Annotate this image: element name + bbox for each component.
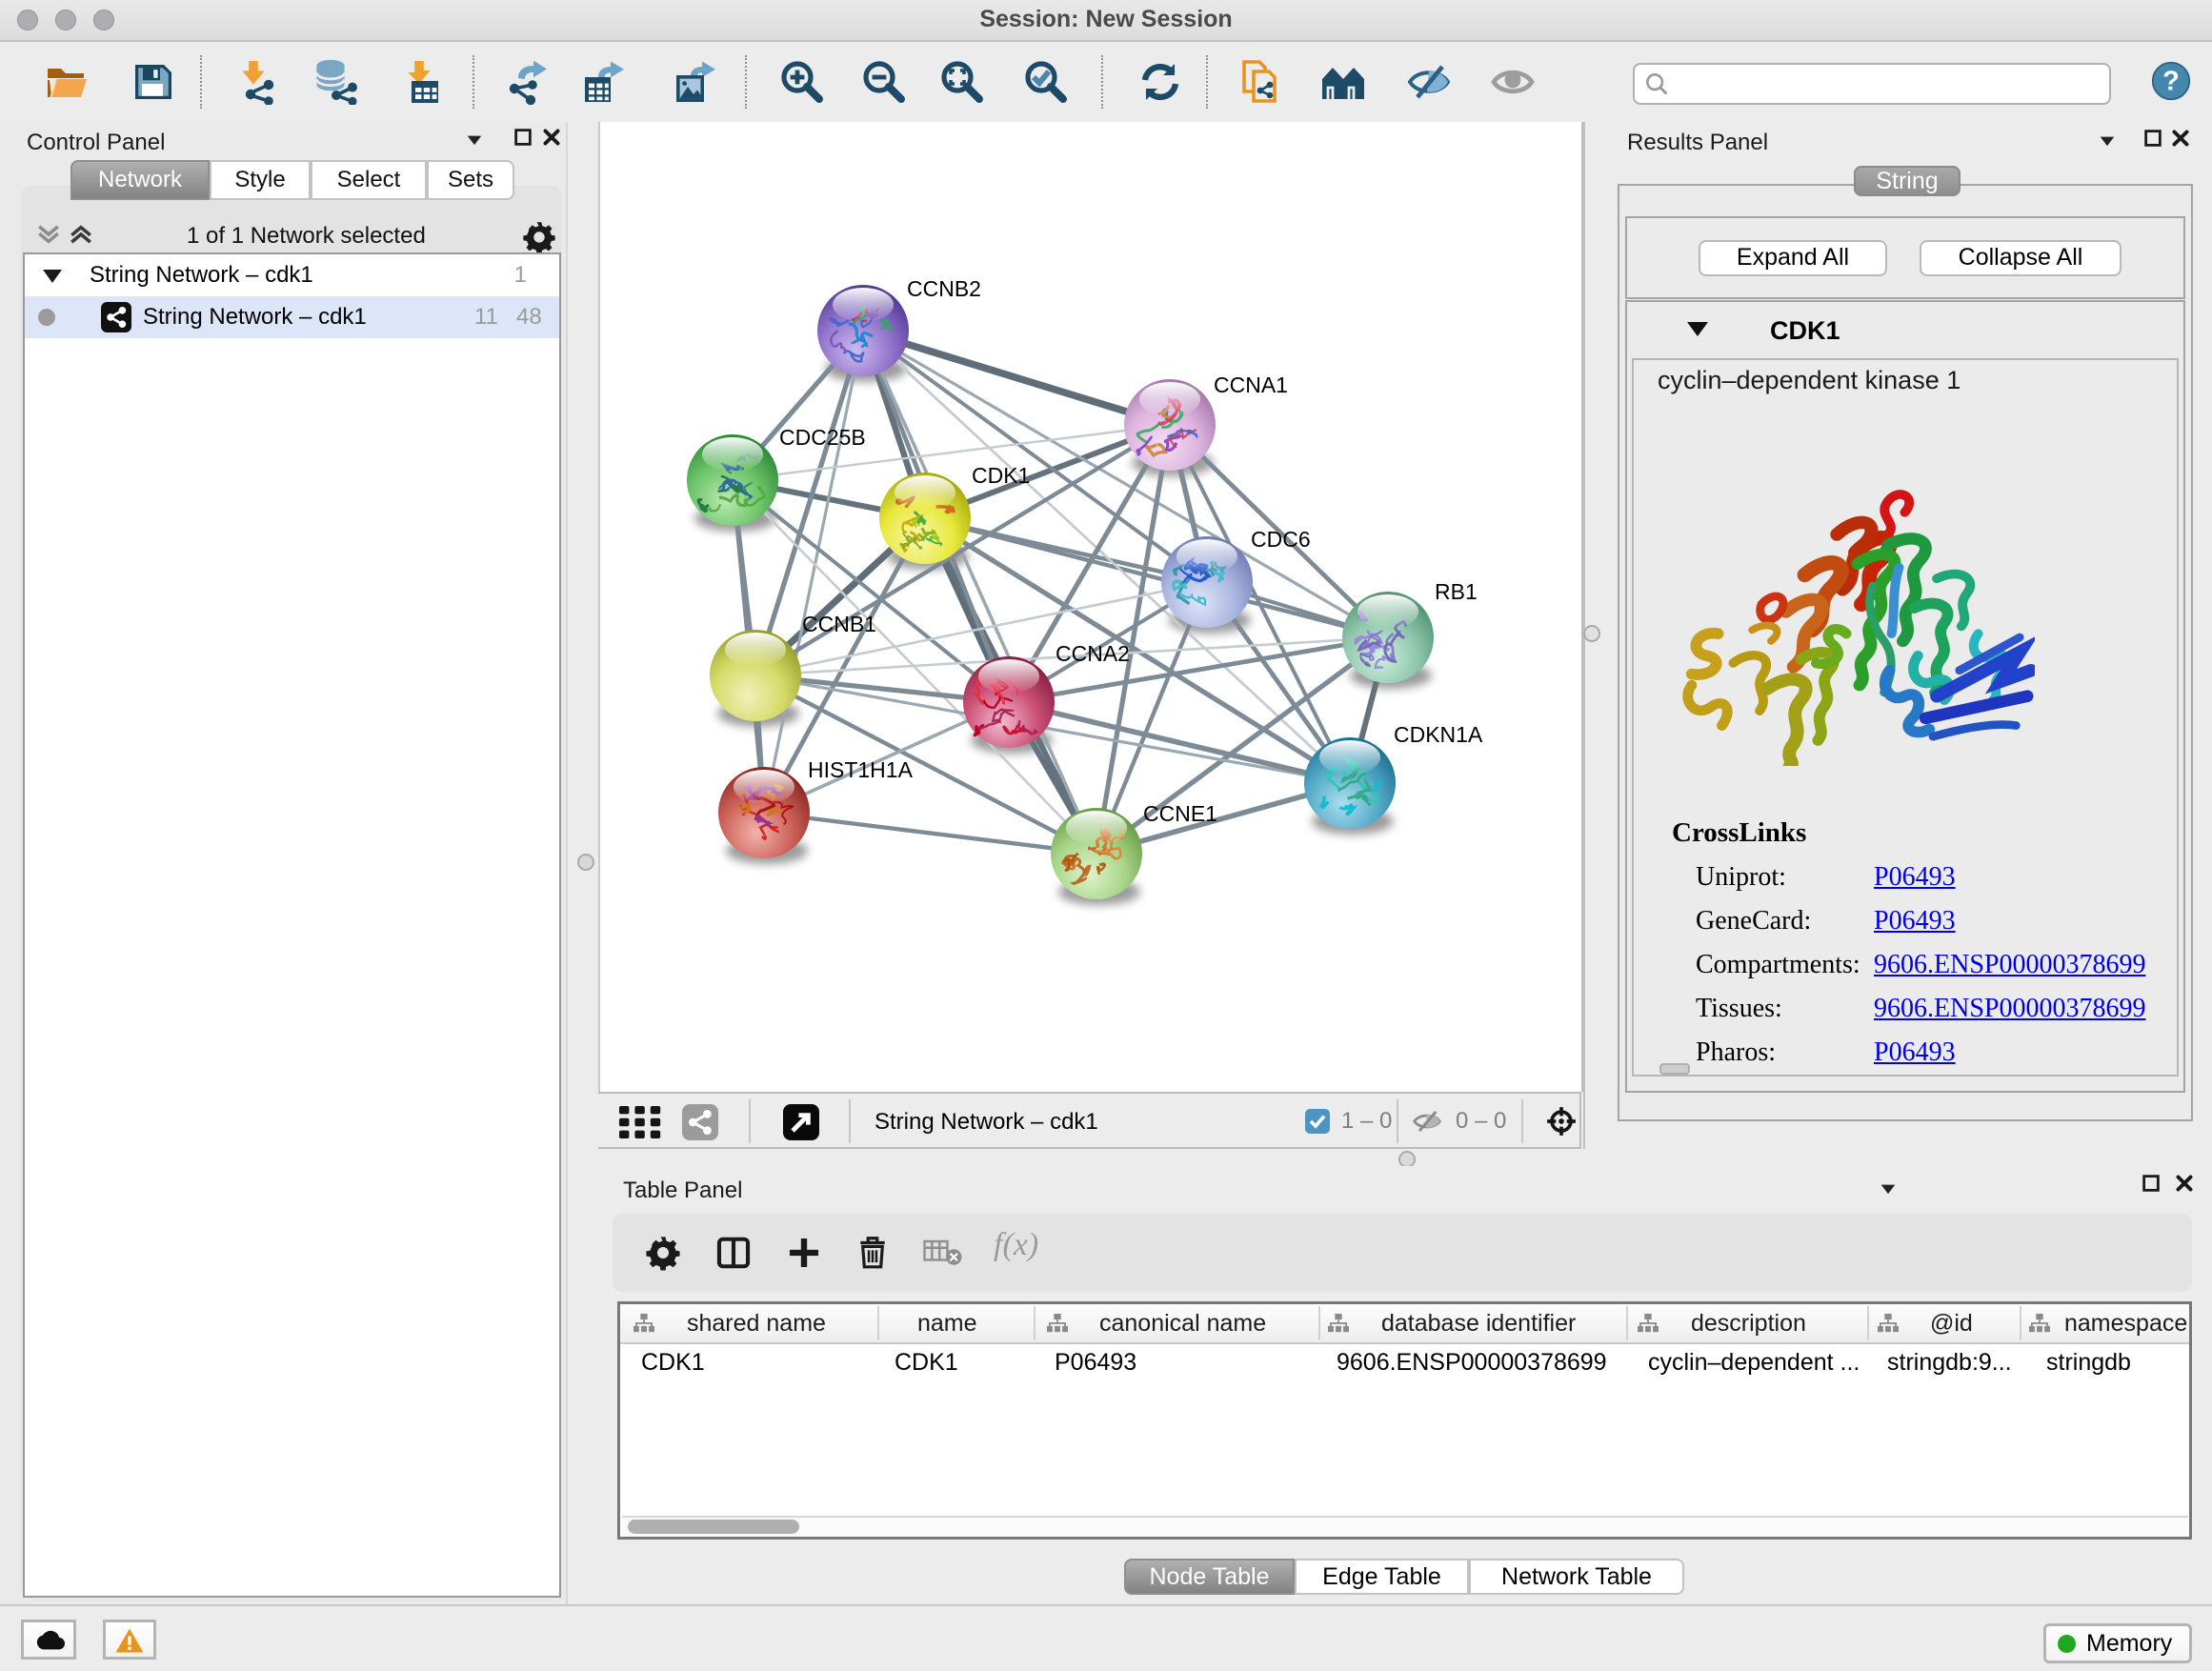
svg-text:HIST1H1A: HIST1H1A <box>808 757 914 782</box>
svg-text:RB1: RB1 <box>1435 579 1478 604</box>
svg-text:CDK1: CDK1 <box>972 463 1030 488</box>
svg-text:CCNA2: CCNA2 <box>1056 641 1130 666</box>
svg-text:CCNA1: CCNA1 <box>1214 372 1288 397</box>
svg-text:CDKN1A: CDKN1A <box>1394 722 1483 747</box>
svg-text:CDC6: CDC6 <box>1251 527 1311 552</box>
svg-text:CDC25B: CDC25B <box>779 425 866 450</box>
svg-text:CCNE1: CCNE1 <box>1143 801 1217 826</box>
svg-text:?: ? <box>2162 67 2180 97</box>
svg-text:CCNB1: CCNB1 <box>802 612 876 636</box>
svg-text:CCNB2: CCNB2 <box>907 276 981 301</box>
